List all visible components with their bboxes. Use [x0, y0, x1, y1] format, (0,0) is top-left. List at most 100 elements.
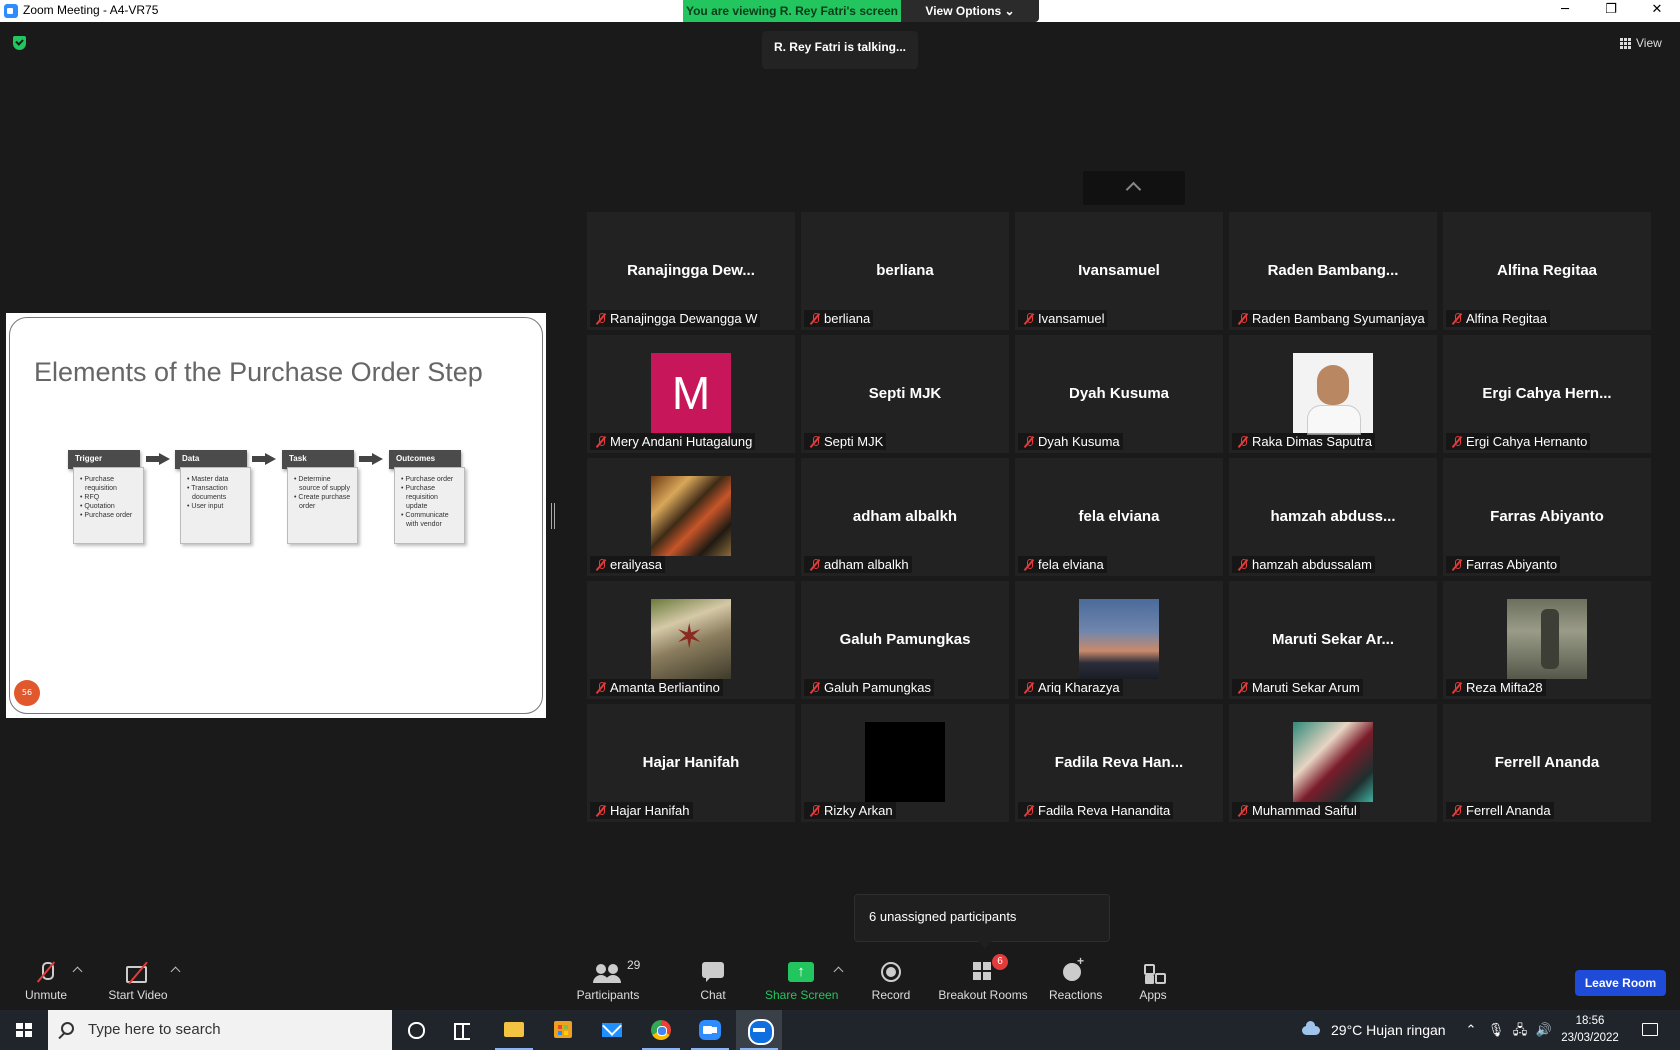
stage-items: • Purchase requisition • RFQ • Quotation…: [73, 467, 144, 544]
task-view-icon[interactable]: [439, 1010, 485, 1050]
file-explorer-icon[interactable]: [491, 1010, 537, 1050]
stage-items: • Master data • Transaction documents • …: [180, 467, 251, 544]
weather-text[interactable]: 29°C Hujan ringan: [1331, 1010, 1446, 1050]
participant-name: Raka Dimas Saputra: [1252, 434, 1372, 449]
participant-tile[interactable]: berliana berliana: [801, 212, 1009, 330]
participant-name: Galuh Pamungkas: [824, 680, 931, 695]
encryption-shield-icon[interactable]: [13, 36, 26, 50]
volume-icon[interactable]: 🔊: [1533, 1010, 1555, 1050]
participant-name-label: Rizky Arkan: [804, 802, 896, 819]
participant-tile[interactable]: Ariq Kharazya: [1015, 581, 1223, 699]
muted-mic-icon: [809, 804, 821, 817]
stage-item: • Purchase requisition update: [401, 485, 438, 510]
clock-time: 18:56: [1575, 1015, 1605, 1027]
muted-mic-icon: [595, 312, 607, 325]
muted-mic-icon: [1237, 681, 1249, 694]
participant-tile[interactable]: erailyasa: [587, 458, 795, 576]
record-button[interactable]: Record: [870, 960, 912, 1002]
participant-tile[interactable]: fela elviana fela elviana: [1015, 458, 1223, 576]
participant-tile[interactable]: Reza Mifta28: [1443, 581, 1651, 699]
taskbar-search-input[interactable]: Type here to search: [48, 1010, 392, 1050]
breakout-rooms-button[interactable]: 6 Breakout Rooms: [938, 954, 1028, 1002]
apps-label: Apps: [1139, 988, 1167, 1002]
participant-tile[interactable]: Maruti Sekar Ar... Maruti Sekar Arum: [1229, 581, 1437, 699]
participant-name-label: Raden Bambang Syumanjaya: [1232, 310, 1428, 327]
close-button[interactable]: ✕: [1634, 0, 1680, 22]
teamviewer-icon[interactable]: [736, 1010, 782, 1050]
participant-display-name: Alfina Regitaa: [1496, 262, 1598, 279]
stage-item: • Purchase order: [80, 512, 133, 519]
participant-tile[interactable]: Farras Abiyanto Farras Abiyanto: [1443, 458, 1651, 576]
unassigned-participants-popup[interactable]: 6 unassigned participants: [854, 894, 1110, 949]
participant-name-label: Ferrell Ananda: [1446, 802, 1554, 819]
leave-room-button[interactable]: Leave Room: [1575, 970, 1666, 996]
video-options-chevron-icon[interactable]: [170, 966, 181, 977]
windows-taskbar: Type here to search 29°C Hujan ringan ⌃ …: [0, 1010, 1680, 1050]
participant-tile[interactable]: Raka Dimas Saputra: [1229, 335, 1437, 453]
participant-tile[interactable]: Dyah Kusuma Dyah Kusuma: [1015, 335, 1223, 453]
window-title: Zoom Meeting - A4-VR75: [23, 3, 159, 17]
participant-tile[interactable]: adham albalkh adham albalkh: [801, 458, 1009, 576]
unmute-button[interactable]: Unmute: [18, 960, 74, 1002]
notifications-icon[interactable]: [1637, 1010, 1659, 1050]
audio-options-chevron-icon[interactable]: [72, 966, 83, 977]
windows-start-icon[interactable]: [0, 1010, 48, 1050]
participant-tile[interactable]: Hajar Hanifah Hajar Hanifah: [587, 704, 795, 822]
flow-arrow: [146, 453, 170, 465]
microsoft-store-icon[interactable]: [540, 1010, 586, 1050]
participant-tile[interactable]: Rizky Arkan: [801, 704, 1009, 822]
chrome-icon[interactable]: [638, 1010, 684, 1050]
mail-icon[interactable]: [589, 1010, 635, 1050]
view-options-button[interactable]: View Options ⌄: [901, 0, 1039, 22]
reactions-button[interactable]: Reactions: [1049, 954, 1102, 1002]
participant-tile[interactable]: Ranajingga Dew... Ranajingga Dewangga W: [587, 212, 795, 330]
participant-display-name: adham albalkh: [852, 508, 958, 525]
stage-item: • Create purchase order: [294, 494, 351, 510]
participant-tile[interactable]: Ergi Cahya Hern... Ergi Cahya Hernanto: [1443, 335, 1651, 453]
network-icon[interactable]: 🖧: [1509, 1010, 1531, 1050]
chat-button[interactable]: Chat: [695, 960, 731, 1002]
participant-name: Mery Andani Hutagalung: [610, 434, 753, 449]
participant-tile[interactable]: Raden Bambang... Raden Bambang Syumanjaya: [1229, 212, 1437, 330]
participant-tile[interactable]: Amanta Berliantino: [587, 581, 795, 699]
participant-name: adham albalkh: [824, 557, 909, 572]
muted-mic-icon: [1023, 558, 1035, 571]
restore-button[interactable]: ❐: [1588, 0, 1634, 22]
microphone-tray-icon[interactable]: 🎙: [1485, 1010, 1507, 1050]
stage-item: • Purchase requisition: [80, 476, 117, 492]
cortana-icon[interactable]: [393, 1010, 439, 1050]
stage-item: • RFQ: [80, 494, 100, 501]
participant-name-label: fela elviana: [1018, 556, 1107, 573]
participant-tile[interactable]: Ferrell Ananda Ferrell Ananda: [1443, 704, 1651, 822]
participant-tile[interactable]: Septi MJK Septi MJK: [801, 335, 1009, 453]
view-layout-button[interactable]: View: [1620, 34, 1662, 52]
participant-name: Amanta Berliantino: [610, 680, 720, 695]
split-view-divider[interactable]: [551, 503, 555, 529]
start-video-button[interactable]: Start Video: [104, 960, 172, 1002]
stage-data: Data • Master data • Transaction documen…: [175, 450, 251, 544]
participant-display-name: Ergi Cahya Hern...: [1482, 385, 1612, 402]
participants-button[interactable]: 29 Participants: [576, 958, 641, 1002]
participant-tile[interactable]: Muhammad Saiful: [1229, 704, 1437, 822]
taskbar-clock[interactable]: 18:56 23/03/2022: [1555, 1013, 1625, 1047]
zoom-taskbar-icon[interactable]: [687, 1010, 733, 1050]
zoom-app-icon: [4, 4, 18, 18]
share-screen-button[interactable]: Share Screen: [765, 960, 838, 1002]
participant-tile[interactable]: Galuh Pamungkas Galuh Pamungkas: [801, 581, 1009, 699]
participant-tile[interactable]: Alfina Regitaa Alfina Regitaa: [1443, 212, 1651, 330]
participant-tile[interactable]: hamzah abduss... hamzah abdussalam: [1229, 458, 1437, 576]
gallery-previous-page-button[interactable]: [1083, 171, 1185, 205]
muted-mic-icon: [1023, 312, 1035, 325]
minimize-button[interactable]: ─: [1542, 0, 1588, 22]
muted-mic-icon: [1237, 558, 1249, 571]
participant-tile[interactable]: Ivansamuel Ivansamuel: [1015, 212, 1223, 330]
participant-tile[interactable]: Fadila Reva Han... Fadila Reva Hanandita: [1015, 704, 1223, 822]
participant-name-label: Mery Andani Hutagalung: [590, 433, 756, 450]
weather-cloud-icon[interactable]: [1300, 1010, 1322, 1050]
participant-name: Rizky Arkan: [824, 803, 893, 818]
show-hidden-icons-chevron-icon[interactable]: ⌃: [1460, 1010, 1482, 1050]
participant-display-name: Ranajingga Dew...: [627, 262, 755, 279]
start-video-label: Start Video: [108, 988, 168, 1002]
apps-button[interactable]: Apps: [1137, 960, 1169, 1002]
participant-tile[interactable]: M Mery Andani Hutagalung: [587, 335, 795, 453]
